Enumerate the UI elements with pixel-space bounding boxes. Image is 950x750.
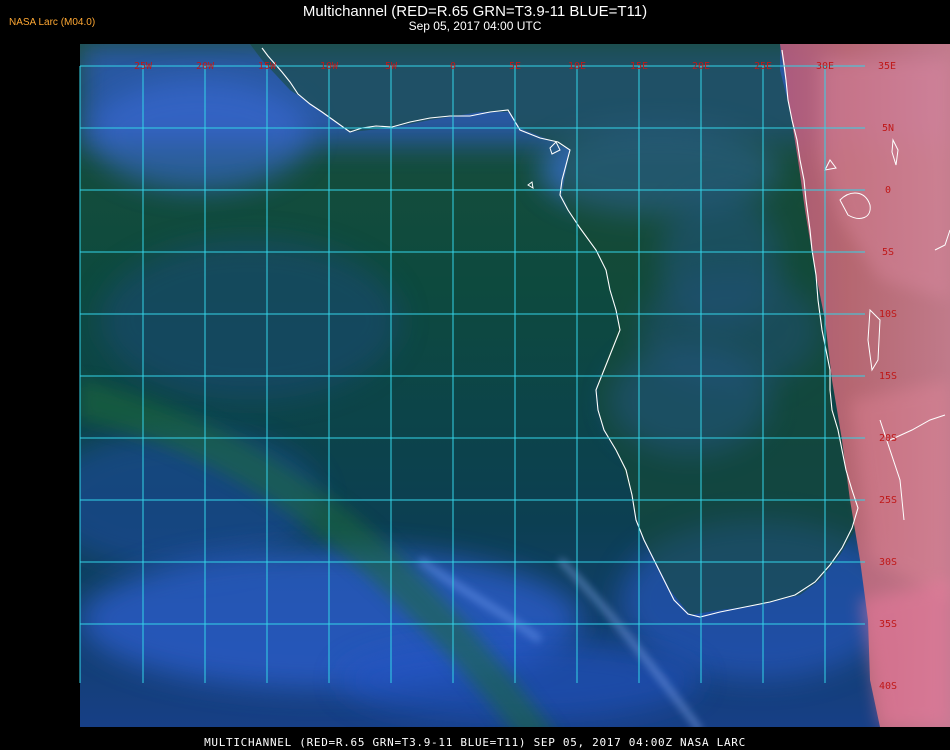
latitude-label: 20S xyxy=(879,433,897,444)
longitude-label: 20W xyxy=(196,61,215,72)
satellite-map: 25W 20W 15W 10W 5W 0 5E 10E 15E 20E 25E 30E 35E 5N 0 5S… xyxy=(79,44,950,727)
longitude-label: 0 xyxy=(450,61,456,72)
latitude-label: 30S xyxy=(879,557,897,568)
latitude-label: 10S xyxy=(879,309,897,320)
longitude-label: 15W xyxy=(258,61,277,72)
satellite-image-viewer: Multichannel (RED=R.65 GRN=T3.9-11 BLUE=… xyxy=(0,0,950,750)
longitude-label: 20E xyxy=(692,61,710,72)
footer-caption: MULTICHANNEL (RED=R.65 GRN=T3.9-11 BLUE=… xyxy=(204,736,746,749)
latitude-label: 35S xyxy=(879,619,897,630)
longitude-label: 30E xyxy=(816,61,834,72)
longitude-label: 35E xyxy=(878,61,896,72)
longitude-label: 10W xyxy=(320,61,339,72)
longitude-label: 25E xyxy=(754,61,772,72)
longitude-label: 5W xyxy=(385,61,398,72)
longitude-label: 15E xyxy=(630,61,648,72)
latitude-label: 40S xyxy=(879,681,897,692)
longitude-label: 5E xyxy=(509,61,521,72)
longitude-label: 10E xyxy=(568,61,586,72)
latitude-label: 0 xyxy=(885,185,891,196)
latitude-label: 25S xyxy=(879,495,897,506)
latitude-label: 15S xyxy=(879,371,897,382)
latitude-label: 5S xyxy=(882,247,894,258)
latitude-label: 5N xyxy=(882,123,894,134)
longitude-label: 25W xyxy=(134,61,153,72)
